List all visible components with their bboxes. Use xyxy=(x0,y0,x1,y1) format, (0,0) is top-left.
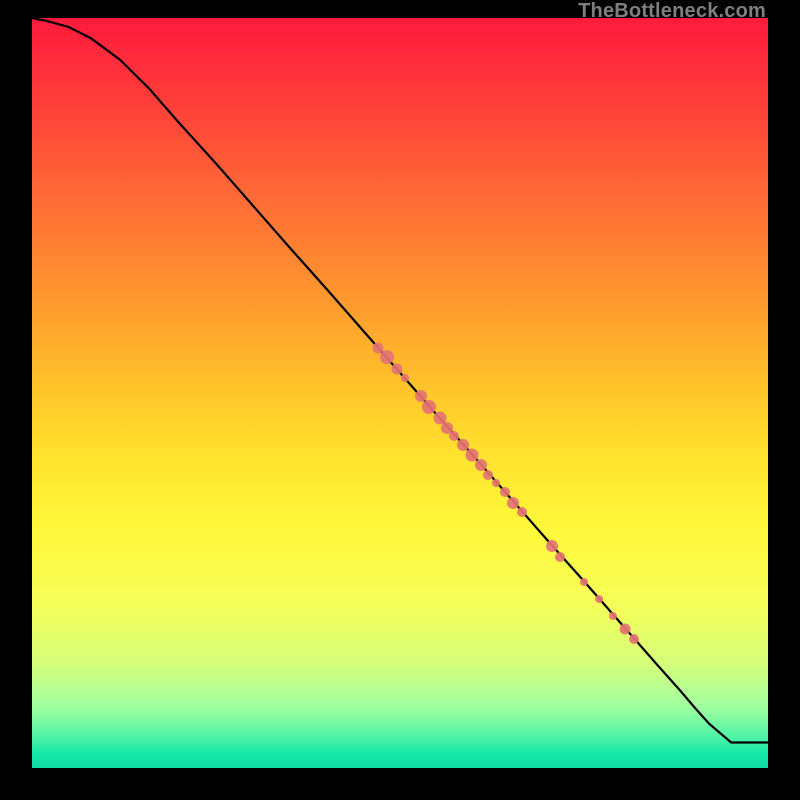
data-marker xyxy=(620,623,631,634)
watermark-text: TheBottleneck.com xyxy=(578,0,766,23)
data-marker xyxy=(517,507,527,517)
data-marker xyxy=(475,459,487,471)
frame-right xyxy=(768,0,800,800)
data-marker xyxy=(483,470,493,480)
markers-layer xyxy=(32,18,768,768)
chart-stage: TheBottleneck.com xyxy=(0,0,800,800)
data-marker xyxy=(580,578,588,586)
data-marker xyxy=(500,487,510,497)
data-marker xyxy=(629,634,639,644)
data-marker xyxy=(507,497,519,509)
data-marker xyxy=(449,431,459,441)
data-marker xyxy=(401,374,409,382)
data-marker xyxy=(595,595,603,603)
data-marker xyxy=(492,479,500,487)
data-marker xyxy=(392,364,403,375)
data-marker xyxy=(380,350,394,364)
frame-left xyxy=(0,0,32,800)
data-marker xyxy=(546,540,558,552)
plot-area xyxy=(32,18,768,768)
data-marker xyxy=(422,400,436,414)
frame-bottom xyxy=(0,768,800,800)
data-marker xyxy=(555,552,565,562)
data-marker xyxy=(609,612,617,620)
